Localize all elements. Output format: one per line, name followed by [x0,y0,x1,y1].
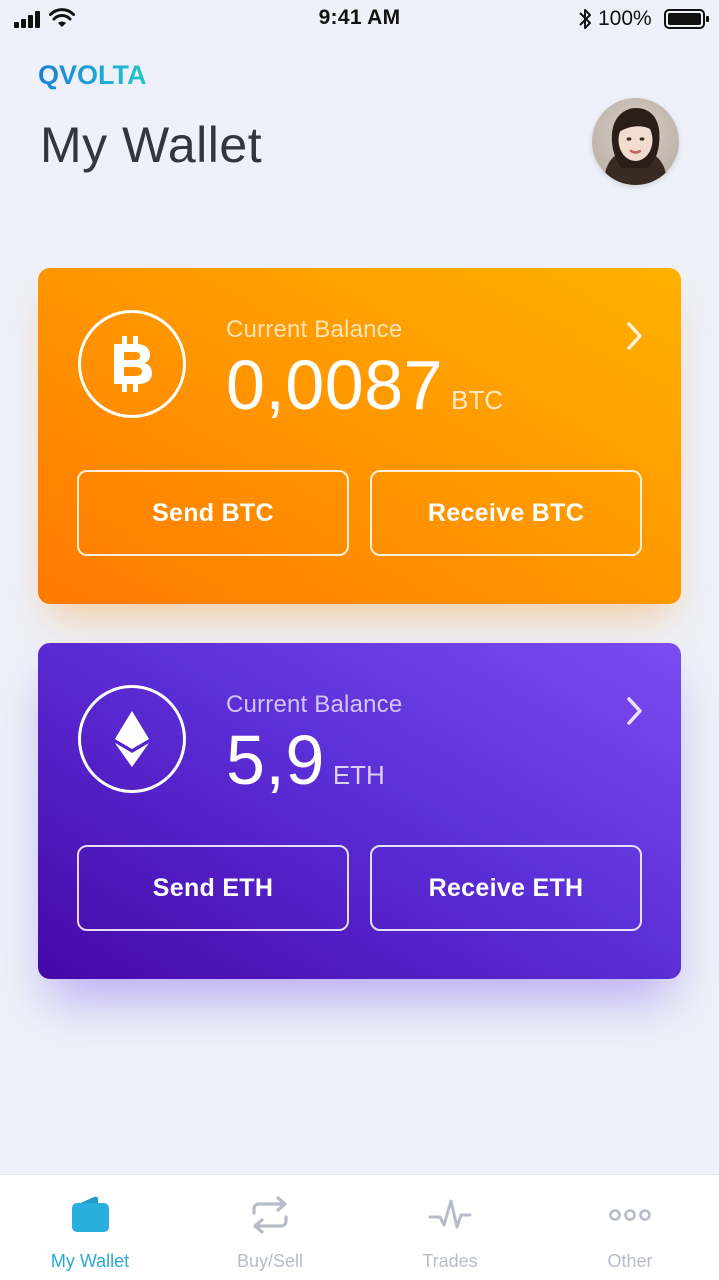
balance-unit: ETH [332,760,385,790]
chevron-right-icon[interactable] [624,320,646,352]
tab-other[interactable]: Other [540,1175,719,1280]
tab-trades[interactable]: Trades [360,1175,540,1280]
balance-label: Current Balance [226,316,403,343]
swap-arrows-icon [252,1196,288,1234]
receive-eth-button[interactable]: Receive ETH [370,845,642,931]
send-btc-button[interactable]: Send BTC [77,470,349,556]
btc-wallet-card[interactable]: Current Balance 0,0087 BTC Send BTC Rece… [38,268,681,604]
receive-btc-button[interactable]: Receive BTC [370,470,642,556]
avatar-image [592,98,679,185]
balance-amount: 0,0087 BTC [226,350,503,420]
ethereum-icon [78,685,186,793]
more-dots-icon [609,1209,651,1221]
tab-my-wallet[interactable]: My Wallet [0,1175,180,1280]
balance-label: Current Balance [226,691,403,718]
send-eth-button[interactable]: Send ETH [77,845,349,931]
balance-amount: 5,9 ETH [226,725,385,795]
tab-label: Buy/Sell [236,1251,304,1271]
tab-label: Trades [422,1251,478,1271]
bitcoin-icon [78,310,186,418]
battery-icon [664,9,709,29]
balance-value: 0,0087 [226,346,444,424]
bluetooth-icon [579,9,591,29]
balance-unit: BTC [451,385,504,415]
tab-buy-sell[interactable]: Buy/Sell [180,1175,360,1280]
bottom-tab-bar: My Wallet Buy/Sell Trades Other [0,1174,719,1280]
chevron-right-icon[interactable] [624,695,646,727]
status-bar: 9:41 AM 100% [0,0,719,40]
battery-percent: 100% [598,7,652,30]
app-logo: QVOLTA [38,60,147,90]
eth-wallet-card[interactable]: Current Balance 5,9 ETH Send ETH Receive… [38,643,681,979]
balance-value: 5,9 [226,721,325,799]
page-title: My Wallet [40,117,263,173]
wallet-icon [72,1196,109,1232]
pulse-chart-icon [428,1199,472,1229]
user-avatar[interactable] [592,98,679,185]
tab-label: Other [607,1251,653,1271]
tab-label: My Wallet [50,1251,130,1271]
